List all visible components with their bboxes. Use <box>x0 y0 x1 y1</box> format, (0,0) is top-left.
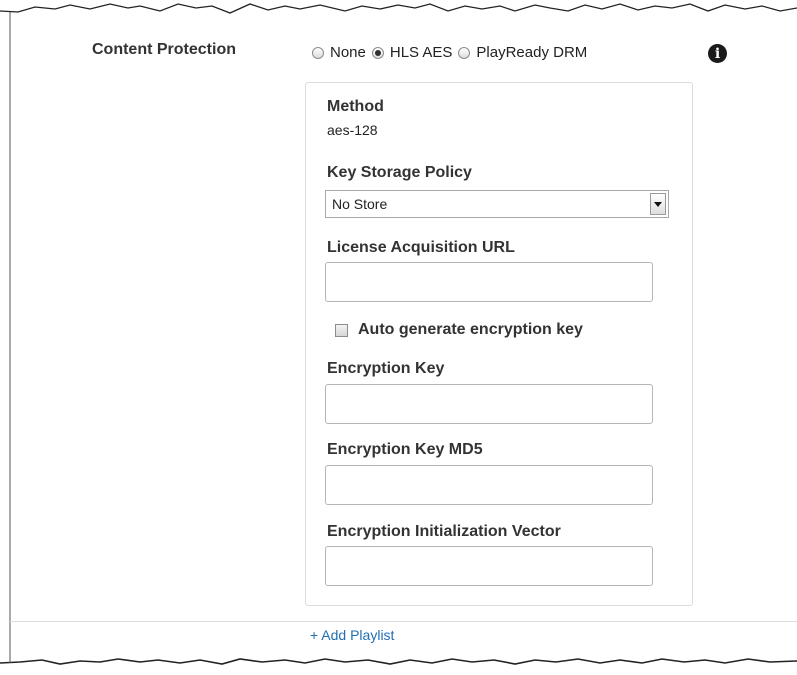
radio-hls-aes[interactable] <box>371 46 384 59</box>
radio-option-none[interactable]: None <box>312 44 366 61</box>
radio-playready-drm[interactable] <box>458 46 471 59</box>
encryption-iv-input[interactable] <box>325 546 653 586</box>
radio-none-label: None <box>330 44 366 61</box>
radio-option-playready-drm[interactable]: PlayReady DRM <box>458 44 587 61</box>
content-protection-label: Content Protection <box>92 41 236 58</box>
encryption-key-md5-label: Encryption Key MD5 <box>327 441 483 458</box>
encryption-key-input[interactable] <box>325 384 653 424</box>
radio-hls-aes-label: HLS AES <box>389 44 453 61</box>
key-storage-policy-select[interactable]: No Store <box>325 190 669 218</box>
license-acquisition-url-label: License Acquisition URL <box>327 239 515 256</box>
section-divider <box>10 621 797 622</box>
auto-generate-key-checkbox[interactable] <box>335 323 348 337</box>
chevron-down-icon[interactable] <box>650 193 666 215</box>
auto-generate-key-label: Auto generate encryption key <box>358 321 583 338</box>
content-protection-radio-group: None HLS AES PlayReady DRM <box>312 44 593 61</box>
radio-option-hls-aes[interactable]: HLS AES <box>371 44 453 61</box>
method-label: Method <box>327 98 384 115</box>
encryption-iv-label: Encryption Initialization Vector <box>327 523 561 540</box>
radio-none[interactable] <box>312 46 324 59</box>
license-acquisition-url-input[interactable] <box>325 262 653 302</box>
encryption-key-label: Encryption Key <box>327 360 445 377</box>
key-storage-policy-selected: No Store <box>332 196 388 212</box>
auto-generate-key-option[interactable]: Auto generate encryption key <box>335 321 583 339</box>
radio-playready-drm-label: PlayReady DRM <box>476 44 588 61</box>
key-storage-policy-label: Key Storage Policy <box>327 164 472 181</box>
method-value: aes-128 <box>327 122 378 138</box>
encryption-key-md5-input[interactable] <box>325 465 653 505</box>
add-playlist-link[interactable]: + Add Playlist <box>310 627 394 643</box>
info-icon[interactable]: i <box>708 44 727 63</box>
